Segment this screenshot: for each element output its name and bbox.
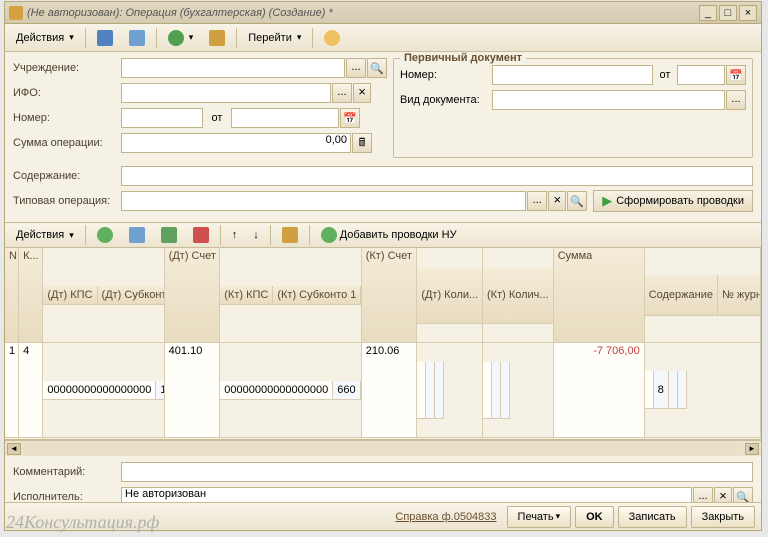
col-kt-scet[interactable]: (Кт) Счет — [362, 248, 418, 343]
minimize-button[interactable]: _ — [699, 5, 717, 21]
col-dt-sub1[interactable]: (Дт) Субконто 1 — [98, 286, 165, 305]
institution-search-icon[interactable]: 🔍 — [367, 58, 387, 78]
ifo-input[interactable] — [121, 83, 331, 103]
table-row[interactable]: 1 4 00000000000000000 172 401.10 0000000… — [5, 343, 761, 438]
edit-icon[interactable] — [154, 224, 184, 246]
save-icon[interactable] — [90, 27, 120, 49]
pd-number-input[interactable] — [492, 65, 653, 85]
col-journal[interactable]: № журнала — [718, 275, 761, 316]
entries-grid[interactable]: N К... (Дт) КПС (Дт) Субконто 1 (Дт) Суб… — [5, 248, 761, 440]
col-kt-kol[interactable]: (Кт) Колич... — [483, 267, 554, 324]
col-content[interactable]: Содержание — [645, 275, 718, 316]
institution-lookup[interactable]: ... — [346, 58, 366, 78]
pd-number-label: Номер: — [400, 69, 492, 81]
institution-label: Учреждение: — [13, 62, 121, 74]
titlebar: (Не авторизован): Операция (бухгалтерска… — [5, 2, 761, 24]
scroll-left-icon[interactable]: ◄ — [7, 443, 21, 455]
pd-from-label: от — [653, 69, 677, 81]
pd-type-input[interactable] — [492, 90, 725, 110]
move-up-icon[interactable]: ↑ — [225, 224, 245, 246]
close-window-button[interactable]: Закрыть — [691, 506, 755, 528]
refresh-icon[interactable] — [202, 27, 232, 49]
world-icon[interactable]: ▾ — [161, 27, 201, 49]
copy-icon[interactable] — [122, 27, 152, 49]
ok-button[interactable]: OK — [575, 506, 614, 528]
institution-input[interactable] — [121, 58, 345, 78]
col-dt-scet[interactable]: (Дт) Счет — [165, 248, 221, 343]
grid-toolbar: Действия▾ ↑ ↓ Добавить проводки НУ — [5, 222, 761, 248]
typeop-label: Типовая операция: — [13, 195, 121, 207]
pd-type-lookup[interactable]: ... — [726, 90, 746, 110]
settings-icon[interactable] — [275, 224, 305, 246]
col-kt-sub1[interactable]: (Кт) Субконто 1 — [273, 286, 361, 305]
form-header: Учреждение: ... 🔍 ИФО: ... × Номер: от 📅… — [5, 52, 761, 164]
typeop-search-icon[interactable]: 🔍 — [567, 191, 587, 211]
content-input[interactable] — [121, 166, 753, 186]
horizontal-scrollbar[interactable]: ◄ ► — [5, 440, 761, 456]
pd-type-label: Вид документа: — [400, 94, 492, 106]
calculator-icon[interactable]: 🖩 — [352, 133, 372, 153]
primary-doc-group: Первичный документ Номер: от 📅 Вид докум… — [393, 58, 753, 158]
ifo-clear[interactable]: × — [353, 83, 371, 103]
col-dt-kol[interactable]: (Дт) Коли... — [417, 267, 483, 324]
generate-button[interactable]: ▶Сформировать проводки — [593, 190, 753, 212]
pd-calendar-icon[interactable]: 📅 — [726, 65, 746, 85]
calendar-icon[interactable]: 📅 — [340, 108, 360, 128]
col-k[interactable]: К... — [19, 248, 43, 343]
col-n[interactable]: N — [5, 248, 19, 343]
number-input[interactable] — [121, 108, 203, 128]
duplicate-icon[interactable] — [122, 224, 152, 246]
primary-doc-title: Первичный документ — [400, 52, 526, 64]
typeop-input[interactable] — [121, 191, 526, 211]
date-input[interactable] — [231, 108, 339, 128]
delete-icon[interactable] — [186, 224, 216, 246]
col-dt-kps[interactable]: (Дт) КПС — [43, 286, 97, 305]
content-label: Содержание: — [13, 170, 121, 182]
app-icon — [9, 6, 23, 20]
window-title: (Не авторизован): Операция (бухгалтерска… — [27, 7, 699, 19]
col-sum[interactable]: Сумма — [554, 248, 645, 343]
comment-input[interactable] — [121, 462, 753, 482]
ifo-label: ИФО: — [13, 87, 121, 99]
sum-label: Сумма операции: — [13, 137, 121, 149]
actions-menu[interactable]: Действия▾ — [9, 27, 81, 49]
help-icon[interactable] — [317, 27, 347, 49]
close-button[interactable]: × — [739, 5, 757, 21]
from-label: от — [203, 112, 231, 124]
typeop-clear[interactable]: × — [548, 191, 566, 211]
main-window: (Не авторизован): Операция (бухгалтерска… — [4, 1, 762, 531]
add-nu-button[interactable]: Добавить проводки НУ — [314, 224, 464, 246]
save-button[interactable]: Записать — [618, 506, 687, 528]
move-down-icon[interactable]: ↓ — [246, 224, 266, 246]
goto-menu[interactable]: Перейти▾ — [241, 27, 308, 49]
number-label: Номер: — [13, 112, 121, 124]
add-row-icon[interactable] — [90, 224, 120, 246]
print-button[interactable]: Печать▾ — [507, 506, 572, 528]
grid-actions-menu[interactable]: Действия▾ — [9, 224, 81, 246]
maximize-button[interactable]: □ — [719, 5, 737, 21]
reference-link[interactable]: Справка ф.0504833 — [395, 511, 496, 523]
typeop-lookup[interactable]: ... — [527, 191, 547, 211]
comment-label: Комментарий: — [13, 466, 121, 478]
sum-input[interactable]: 0,00 — [121, 133, 351, 153]
main-toolbar: Действия▾ ▾ Перейти▾ — [5, 24, 761, 52]
pd-date-input[interactable] — [677, 65, 725, 85]
footer-bar: Справка ф.0504833 Печать▾ OK Записать За… — [5, 502, 761, 530]
col-kt-kps[interactable]: (Кт) КПС — [220, 286, 273, 305]
ifo-lookup[interactable]: ... — [332, 83, 352, 103]
scroll-right-icon[interactable]: ► — [745, 443, 759, 455]
